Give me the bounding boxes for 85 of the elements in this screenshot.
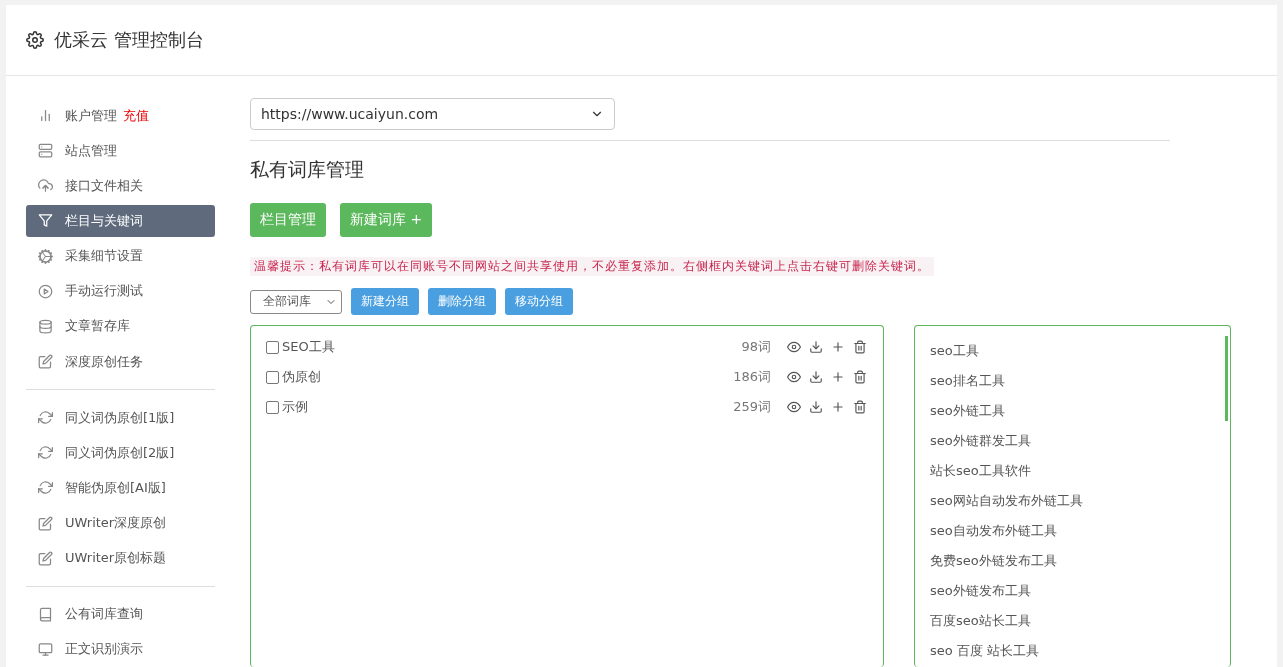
eye-icon[interactable] bbox=[787, 400, 801, 414]
keyword-item[interactable]: seo 百度 站长工具 bbox=[930, 636, 1215, 666]
scrollbar[interactable] bbox=[1225, 336, 1228, 421]
download-icon[interactable] bbox=[809, 400, 823, 414]
sidebar-item[interactable]: 深度原创任务 bbox=[26, 346, 215, 378]
keyword-item[interactable]: seo排名工具 bbox=[930, 366, 1215, 396]
edit-icon bbox=[38, 354, 53, 370]
sidebar-item[interactable]: 站点管理 bbox=[26, 135, 215, 167]
plus-icon[interactable] bbox=[831, 370, 845, 384]
keyword-item[interactable]: seo外链群发工具 bbox=[930, 426, 1215, 456]
sidebar-label: 手动运行测试 bbox=[65, 282, 143, 301]
checkbox[interactable] bbox=[266, 340, 279, 354]
library-name: 示例 bbox=[282, 398, 308, 416]
sidebar-label: 采集细节设置 bbox=[65, 247, 143, 266]
group-select[interactable]: 全部词库 bbox=[250, 289, 342, 314]
keyword-item[interactable]: 站长seo工具软件 bbox=[930, 456, 1215, 486]
sidebar-item[interactable]: 智能伪原创[AI版] bbox=[26, 472, 215, 504]
trash-icon[interactable] bbox=[853, 400, 867, 414]
sidebar-label: 公有词库查询 bbox=[65, 605, 143, 624]
sidebar-label: 同义词伪原创[2版] bbox=[65, 443, 175, 462]
word-count: 98词 bbox=[741, 338, 771, 356]
word-count: 186词 bbox=[733, 368, 771, 386]
database-icon bbox=[38, 318, 53, 334]
keyword-item[interactable]: 百度seo站长工具 bbox=[930, 606, 1215, 636]
sidebar-label: 智能伪原创[AI版] bbox=[65, 478, 166, 497]
library-name: 伪原创 bbox=[282, 368, 321, 386]
sidebar-item[interactable]: 正文识别演示 bbox=[26, 633, 215, 666]
sidebar-label: 深度原创任务 bbox=[65, 352, 143, 371]
plus-icon[interactable] bbox=[831, 400, 845, 414]
section-title: 私有词库管理 bbox=[250, 157, 365, 182]
sidebar-label: 同义词伪原创[1版] bbox=[65, 408, 175, 427]
edit-icon bbox=[38, 515, 53, 531]
sidebar-item[interactable]: UWriter深度原创 bbox=[26, 507, 215, 539]
keyword-item[interactable]: seo工具 bbox=[930, 336, 1215, 366]
eye-icon[interactable] bbox=[787, 340, 801, 354]
plus-icon[interactable] bbox=[831, 340, 845, 354]
recharge-link[interactable]: 充值 bbox=[123, 106, 149, 125]
sidebar-label: UWriter深度原创 bbox=[65, 514, 167, 533]
download-icon[interactable] bbox=[809, 370, 823, 384]
sidebar-item[interactable]: 账户管理 充值 bbox=[26, 100, 215, 132]
keyword-item[interactable]: seo网站自动发布外链工具 bbox=[930, 486, 1215, 516]
sidebar-item[interactable]: 同义词伪原创[2版] bbox=[26, 437, 215, 469]
keyword-item[interactable]: 免费seo外链发布工具 bbox=[930, 546, 1215, 576]
book-icon bbox=[38, 606, 53, 622]
refresh-icon bbox=[38, 410, 53, 426]
word-count: 259词 bbox=[733, 398, 771, 416]
edit-icon bbox=[38, 550, 53, 566]
sidebar-label: 站点管理 bbox=[65, 141, 117, 160]
checkbox[interactable] bbox=[266, 370, 279, 384]
download-icon[interactable] bbox=[809, 340, 823, 354]
sidebar-label: 接口文件相关 bbox=[65, 176, 143, 195]
eye-icon[interactable] bbox=[787, 370, 801, 384]
library-name: SEO工具 bbox=[282, 338, 335, 356]
sidebar-label: 正文识别演示 bbox=[65, 640, 143, 659]
sidebar-item[interactable]: 采集细节设置 bbox=[26, 240, 215, 272]
sidebar-item[interactable]: 栏目与关键词 bbox=[26, 205, 215, 237]
sidebar-item[interactable]: 同义词伪原创[1版] bbox=[26, 402, 215, 434]
sidebar-item[interactable]: 接口文件相关 bbox=[26, 170, 215, 202]
filter-icon bbox=[38, 213, 53, 229]
refresh-icon bbox=[38, 480, 53, 496]
trash-icon[interactable] bbox=[853, 370, 867, 384]
keyword-item[interactable]: seo外链工具 bbox=[930, 396, 1215, 426]
gears-icon bbox=[38, 248, 53, 264]
monitor-icon bbox=[38, 641, 53, 657]
sidebar-label: 文章暂存库 bbox=[65, 317, 130, 336]
sidebar-label: 账户管理 bbox=[65, 106, 117, 125]
sidebar-item[interactable]: 文章暂存库 bbox=[26, 310, 215, 342]
site-select[interactable]: https://www.ucaiyun.com bbox=[250, 98, 615, 130]
refresh-icon bbox=[38, 445, 53, 461]
sidebar-item[interactable]: 手动运行测试 bbox=[26, 275, 215, 307]
bar-chart-icon bbox=[38, 108, 53, 124]
keyword-item[interactable]: seo自动发布外链工具 bbox=[930, 516, 1215, 546]
sidebar-label: UWriter原创标题 bbox=[65, 549, 167, 568]
server-icon bbox=[38, 143, 53, 159]
sidebar-item[interactable]: UWriter原创标题 bbox=[26, 542, 215, 574]
cloud-upload-icon bbox=[38, 178, 53, 194]
console-title: 优采云 管理控制台 bbox=[54, 28, 204, 52]
tip-text: 温馨提示：私有词库可以在同账号不同网站之间共享使用，不必重复添加。右侧框内关键词上点击右键可删除关键词。 bbox=[250, 257, 934, 276]
sidebar-item[interactable]: 公有词库查询 bbox=[26, 598, 215, 630]
checkbox[interactable] bbox=[266, 400, 279, 414]
sidebar-label: 栏目与关键词 bbox=[65, 212, 143, 230]
keyword-item[interactable]: seo外链发布工具 bbox=[930, 576, 1215, 606]
trash-icon[interactable] bbox=[853, 340, 867, 354]
settings-icon bbox=[26, 31, 44, 49]
play-icon bbox=[38, 283, 53, 299]
